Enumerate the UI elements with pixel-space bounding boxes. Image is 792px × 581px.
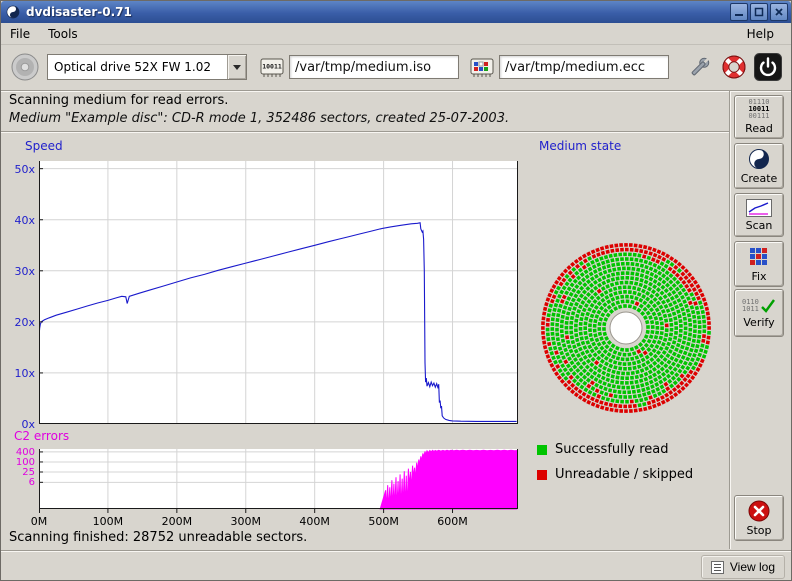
legend-read-swatch xyxy=(537,445,547,455)
fix-button[interactable]: Fix xyxy=(734,241,784,287)
legend-read-label: Successfully read xyxy=(555,442,668,457)
svg-text:10011: 10011 xyxy=(262,63,282,71)
maximize-icon xyxy=(754,7,764,17)
app-window: dvdisaster-0.71 File Tools Help Optical … xyxy=(0,0,792,581)
binary-read-icon: 01110 10011 00111 xyxy=(748,99,769,120)
ecc-chip-icon xyxy=(469,56,495,78)
ecc-path-field[interactable] xyxy=(499,55,669,79)
create-button[interactable]: Create xyxy=(734,143,784,189)
stop-label: Stop xyxy=(746,524,771,537)
view-log-label: View log xyxy=(730,560,775,574)
scan-result-status: Scanning finished: 28752 unreadable sect… xyxy=(9,530,307,545)
close-button[interactable] xyxy=(770,3,788,21)
stop-button[interactable]: Stop xyxy=(734,495,784,541)
maximize-button[interactable] xyxy=(750,3,768,21)
c2-errors-title: C2 errors xyxy=(14,429,69,443)
separator xyxy=(729,91,731,549)
toolbar: Optical drive 52X FW 1.02 10011 xyxy=(1,46,791,90)
separator xyxy=(1,90,792,92)
menubar: File Tools Help xyxy=(1,23,791,45)
medium-state-disc xyxy=(531,233,721,423)
verify-check-icon: 0110 1011 xyxy=(742,298,776,314)
scan-button[interactable]: Scan xyxy=(734,193,784,237)
lifering-help-icon[interactable] xyxy=(721,54,747,80)
wrench-icon[interactable] xyxy=(687,54,713,80)
verify-button[interactable]: 0110 1011 Verify xyxy=(734,289,784,337)
speed-chart-title: Speed xyxy=(25,139,63,153)
status-line: Scanning medium for read errors. xyxy=(9,93,228,108)
drive-select-value: Optical drive 52X FW 1.02 xyxy=(48,60,227,74)
medium-state-title: Medium state xyxy=(539,139,621,153)
close-icon xyxy=(774,7,784,17)
titlebar[interactable]: dvdisaster-0.71 xyxy=(1,1,791,23)
view-log-button[interactable]: View log xyxy=(701,555,785,579)
iso-path-field[interactable] xyxy=(289,55,459,79)
legend-unreadable-swatch xyxy=(537,470,547,480)
minimize-icon xyxy=(734,7,744,17)
verify-label: Verify xyxy=(743,316,774,329)
c2-errors-chart xyxy=(39,449,518,515)
stop-x-icon xyxy=(748,500,770,522)
footer-bar: View log xyxy=(1,550,791,581)
log-icon xyxy=(711,561,724,574)
separator xyxy=(1,131,729,133)
read-label: Read xyxy=(745,122,773,135)
legend-read: Successfully read xyxy=(537,442,668,457)
fix-blocks-icon xyxy=(748,246,770,268)
drive-select[interactable]: Optical drive 52X FW 1.02 xyxy=(47,54,247,80)
fix-label: Fix xyxy=(751,270,766,283)
legend-unreadable: Unreadable / skipped xyxy=(537,467,693,482)
scan-chart-icon xyxy=(746,199,772,217)
chevron-down-icon xyxy=(227,55,246,79)
menu-file[interactable]: File xyxy=(1,24,39,44)
legend-unreadable-label: Unreadable / skipped xyxy=(555,467,693,482)
window-controls xyxy=(730,3,788,21)
yinyang-icon xyxy=(748,148,770,170)
window-title: dvdisaster-0.71 xyxy=(26,5,132,19)
create-label: Create xyxy=(741,172,778,185)
power-quit-icon[interactable] xyxy=(754,53,782,81)
speed-chart xyxy=(39,161,518,424)
read-button[interactable]: 01110 10011 00111 Read xyxy=(734,95,784,139)
menu-tools[interactable]: Tools xyxy=(39,24,87,44)
app-yinyang-icon xyxy=(6,5,20,19)
minimize-button[interactable] xyxy=(730,3,748,21)
medium-info-line: Medium "Example disc": CD-R mode 1, 3524… xyxy=(9,111,509,126)
iso-chip-icon: 10011 xyxy=(259,56,285,78)
scan-label: Scan xyxy=(746,219,773,232)
menu-help[interactable]: Help xyxy=(738,24,783,44)
optical-drive-icon[interactable] xyxy=(10,52,40,82)
